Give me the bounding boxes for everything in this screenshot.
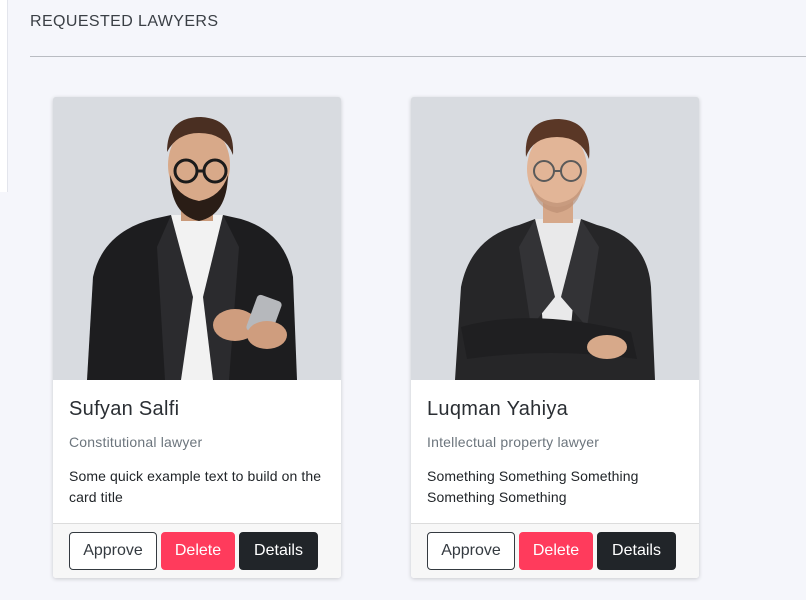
lawyer-photo-arms-crossed-icon [411,97,699,380]
lawyer-name: Sufyan Salfi [69,398,180,420]
page-title: REQUESTED LAWYERS [30,13,219,30]
lawyer-card: Sufyan Salfi Constitutional lawyer Some … [53,97,341,578]
lawyer-name: Luqman Yahiya [427,398,569,420]
approve-button[interactable]: Approve [69,532,157,570]
lawyer-photo [53,97,341,380]
sidebar-edge [0,0,8,192]
card-actions: Approve Delete Details [411,523,699,578]
approve-button[interactable]: Approve [427,532,515,570]
title-divider [30,56,806,57]
details-button[interactable]: Details [597,532,676,570]
lawyer-card: Luqman Yahiya Intellectual property lawy… [411,97,699,578]
lawyer-specialty: Constitutional lawyer [69,434,203,450]
delete-button[interactable]: Delete [519,532,593,570]
lawyer-photo [411,97,699,380]
lawyer-description: Some quick example text to build on the … [69,468,322,505]
card-actions: Approve Delete Details [53,523,341,578]
lawyer-description: Something Something Something Something … [427,468,639,505]
lawyer-specialty: Intellectual property lawyer [427,434,600,450]
details-button[interactable]: Details [239,532,318,570]
lawyer-photo-holding-phone-icon [53,97,341,380]
delete-button[interactable]: Delete [161,532,235,570]
